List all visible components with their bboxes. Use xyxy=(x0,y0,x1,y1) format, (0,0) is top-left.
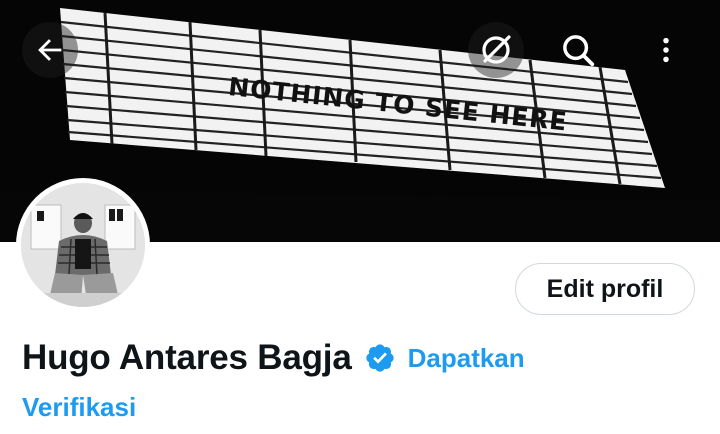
get-verified-link-line2[interactable]: Verifikasi xyxy=(22,392,136,423)
display-name: Hugo Antares Bagja xyxy=(22,338,352,377)
edit-profile-button[interactable]: Edit profil xyxy=(515,263,695,315)
profile-name-row: Hugo Antares Bagja Dapatkan xyxy=(22,338,712,378)
avatar-image xyxy=(21,183,145,307)
verified-badge-icon[interactable] xyxy=(364,342,396,374)
arrow-left-icon xyxy=(38,39,62,61)
search-icon xyxy=(563,35,595,67)
avatar[interactable] xyxy=(16,178,150,312)
grok-icon xyxy=(482,35,511,64)
grok-button[interactable] xyxy=(468,22,524,78)
back-button[interactable] xyxy=(22,22,78,78)
more-options-button[interactable] xyxy=(638,22,694,78)
search-button[interactable] xyxy=(550,22,606,78)
get-verified-link[interactable]: Dapatkan xyxy=(408,343,525,374)
more-vertical-icon xyxy=(663,37,669,63)
